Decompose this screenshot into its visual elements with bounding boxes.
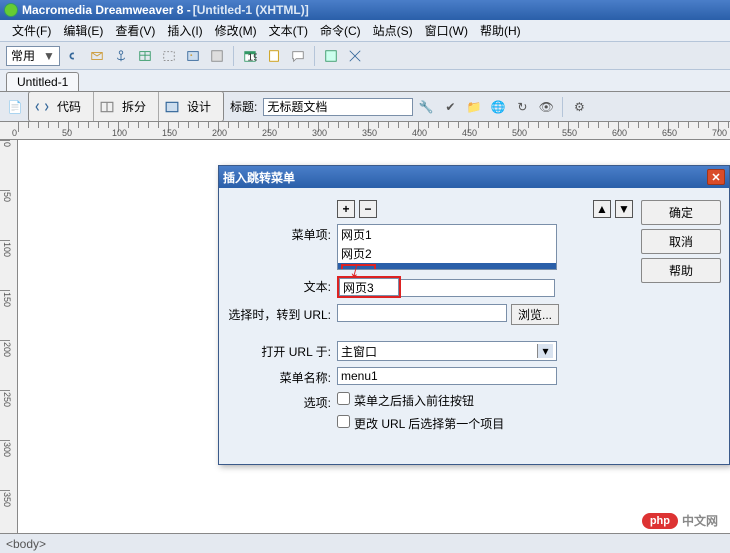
url-label: 选择时，转到 URL: xyxy=(227,304,337,323)
dialog-titlebar[interactable]: 插入跳转菜单 ✕ xyxy=(219,166,729,188)
image-icon[interactable] xyxy=(182,45,204,67)
title-label: 标题: xyxy=(230,98,257,115)
select-first-checkbox[interactable] xyxy=(337,415,350,428)
document-tabs: Untitled-1 xyxy=(0,70,730,92)
horizontal-ruler: /* ticks generated below */ 050100150200… xyxy=(0,122,730,140)
separator xyxy=(233,46,234,66)
document-toolbar: 📄 代码 拆分 设计 标题: 🔧 ✔ 📁 🌐 ↻ 👁 ⚙ xyxy=(0,92,730,122)
category-combo[interactable]: 常用 ▼ xyxy=(6,46,60,66)
comment-icon[interactable] xyxy=(287,45,309,67)
app-logo-icon xyxy=(4,3,18,17)
menu-command[interactable]: 命令(C) xyxy=(314,20,367,41)
tag-chooser-icon[interactable] xyxy=(344,45,366,67)
media-icon[interactable] xyxy=(206,45,228,67)
chevron-down-icon: ▼ xyxy=(43,49,55,63)
help-button[interactable]: 帮助 xyxy=(641,258,721,283)
validate-icon[interactable]: ✔ xyxy=(439,96,461,118)
open-url-label: 打开 URL 于: xyxy=(227,341,337,360)
div-icon[interactable] xyxy=(158,45,180,67)
window-titlebar: Macromedia Dreamweaver 8 - [Untitled-1 (… xyxy=(0,0,730,20)
list-item[interactable]: 网页3 xyxy=(338,263,556,270)
watermark-badge: php xyxy=(642,513,678,529)
menu-items-listbox[interactable]: 网页1 网页2 网页3 xyxy=(337,224,557,270)
menubar: 文件(F) 编辑(E) 查看(V) 插入(I) 修改(M) 文本(T) 命令(C… xyxy=(0,20,730,42)
menu-window[interactable]: 窗口(W) xyxy=(419,20,474,41)
no-browser-check-icon[interactable]: 🔧 xyxy=(415,96,437,118)
view-options-icon[interactable]: 👁 xyxy=(535,96,557,118)
email-icon[interactable] xyxy=(86,45,108,67)
date-icon[interactable]: 19 xyxy=(239,45,261,67)
ok-button[interactable]: 确定 xyxy=(641,200,721,225)
server-include-icon[interactable] xyxy=(263,45,285,67)
list-item[interactable]: 网页2 xyxy=(338,244,556,263)
split-view-button[interactable]: 拆分 xyxy=(94,92,159,121)
menu-site[interactable]: 站点(S) xyxy=(367,20,419,41)
list-item[interactable]: 网页1 xyxy=(338,225,556,244)
category-combo-label: 常用 xyxy=(11,47,35,64)
options-label: 选项: xyxy=(227,392,337,411)
visual-aids-icon[interactable]: ⚙ xyxy=(568,96,590,118)
insert-jump-menu-dialog: 插入跳转菜单 ✕ + − ▲ ▼ 菜单项: 网页1 网页2 xyxy=(218,165,730,465)
vertical-ruler: 050100150200250300350 xyxy=(0,140,18,540)
watermark-text: 中文网 xyxy=(682,512,718,529)
menu-file[interactable]: 文件(F) xyxy=(6,20,57,41)
dialog-title: 插入跳转菜单 xyxy=(223,169,295,186)
close-icon[interactable]: ✕ xyxy=(707,169,725,185)
preview-icon[interactable]: 🌐 xyxy=(487,96,509,118)
text-label: 文本: xyxy=(227,276,337,295)
status-bar: <body> xyxy=(0,533,730,553)
code-view-button[interactable]: 代码 xyxy=(29,92,94,121)
file-mgmt2-icon[interactable]: 📁 xyxy=(463,96,485,118)
doc-tab-untitled[interactable]: Untitled-1 xyxy=(6,72,79,91)
add-item-button[interactable]: + xyxy=(337,200,355,218)
menu-help[interactable]: 帮助(H) xyxy=(474,20,527,41)
templates-icon[interactable] xyxy=(320,45,342,67)
menu-name-label: 菜单名称: xyxy=(227,367,337,386)
app-doc-title: [Untitled-1 (XHTML)] xyxy=(193,3,309,17)
menu-modify[interactable]: 修改(M) xyxy=(209,20,263,41)
opt2-label: 更改 URL 后选择第一个项目 xyxy=(354,417,504,431)
anchor-icon[interactable] xyxy=(110,45,132,67)
remove-item-button[interactable]: − xyxy=(359,200,377,218)
file-mgmt-icon[interactable]: 📄 xyxy=(4,96,26,118)
tag-selector[interactable]: <body> xyxy=(6,537,46,551)
browse-button[interactable]: 浏览... xyxy=(511,304,559,325)
menu-text[interactable]: 文本(T) xyxy=(263,20,314,41)
hyperlink-icon[interactable] xyxy=(62,45,84,67)
opt1-label: 菜单之后插入前往按钮 xyxy=(354,394,474,408)
open-url-select[interactable]: 主窗口▾ xyxy=(337,341,557,361)
menu-view[interactable]: 查看(V) xyxy=(109,20,161,41)
menu-name-input[interactable] xyxy=(337,367,557,385)
url-input[interactable] xyxy=(337,304,507,322)
menu-edit[interactable]: 编辑(E) xyxy=(57,20,109,41)
insert-go-button-checkbox[interactable] xyxy=(337,392,350,405)
cancel-button[interactable]: 取消 xyxy=(641,229,721,254)
separator xyxy=(314,46,315,66)
move-down-button[interactable]: ▼ xyxy=(615,200,633,218)
page-title-input[interactable] xyxy=(263,98,413,116)
separator xyxy=(562,97,563,117)
text-input-ext[interactable] xyxy=(401,279,555,297)
insert-toolbar: 常用 ▼ 19 xyxy=(0,42,730,70)
chevron-down-icon: ▾ xyxy=(537,344,553,358)
svg-text:19: 19 xyxy=(247,51,257,63)
app-title: Macromedia Dreamweaver 8 - xyxy=(22,3,191,17)
refresh-icon[interactable]: ↻ xyxy=(511,96,533,118)
watermark: php 中文网 xyxy=(642,512,718,529)
menu-insert[interactable]: 插入(I) xyxy=(161,20,208,41)
table-icon[interactable] xyxy=(134,45,156,67)
menu-items-label: 菜单项: xyxy=(227,224,337,243)
move-up-button[interactable]: ▲ xyxy=(593,200,611,218)
view-switcher: 代码 拆分 设计 xyxy=(28,91,224,122)
design-view-button[interactable]: 设计 xyxy=(159,92,223,121)
